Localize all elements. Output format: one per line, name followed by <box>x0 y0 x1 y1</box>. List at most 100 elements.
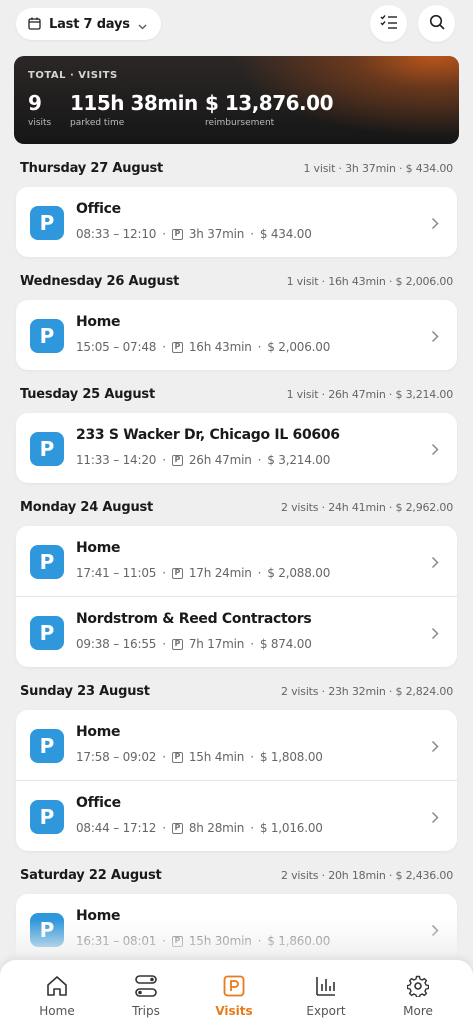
parked-time-value: 115h 38min <box>70 91 198 115</box>
visit-row[interactable]: P Home 17:58 – 09:02 · P 15h 4min · $ 1,808.00 <box>16 710 457 780</box>
visit-amount: $ 1,016.00 <box>259 821 323 835</box>
tab-trips-label: Trips <box>132 1004 160 1018</box>
reimbursement-label: reimbursement <box>205 118 275 128</box>
chevron-right-icon <box>431 441 439 460</box>
tab-more-label: More <box>403 1004 433 1018</box>
visit-title: Home <box>76 724 121 740</box>
top-bar: Last 7 days <box>0 0 473 48</box>
tab-trips[interactable]: Trips <box>101 960 191 1024</box>
visit-row[interactable]: P Home 15:05 – 07:48 · P 16h 43min · $ 2,006.00 <box>16 300 457 370</box>
parking-badge-icon: P <box>30 545 64 579</box>
parking-badge-icon: P <box>30 616 64 650</box>
day-header: Wednesday 26 August 1 visit · 16h 43min ·… <box>20 271 453 291</box>
parking-small-icon: P <box>171 228 183 240</box>
separator-dot: · <box>162 821 166 835</box>
separator-dot: · <box>257 453 262 467</box>
day-summary: 2 visits · 23h 32min · $ 2,824.00 <box>281 684 453 698</box>
day-header: Tuesday 25 August 1 visit · 26h 47min · $… <box>20 384 453 404</box>
visit-duration: 3h 37min <box>188 227 245 241</box>
day-summary: 1 visit · 16h 43min · $ 2,006.00 <box>286 274 454 288</box>
visit-meta: 17:41 – 11:05 · P 17h 24min · $ 2,088.00 <box>76 566 330 580</box>
visit-amount: $ 2,088.00 <box>267 566 331 580</box>
visit-row[interactable]: P Office 08:33 – 12:10 · P 3h 37min · $ 434.00 <box>16 187 457 257</box>
visit-time-range: 15:05 – 07:48 <box>76 340 157 354</box>
visit-row[interactable]: P Nordstrom & Reed Contractors 09:38 – 16:… <box>16 596 457 667</box>
visit-meta: 15:05 – 07:48 · P 16h 43min · $ 2,006.00 <box>76 340 330 354</box>
tab-more[interactable]: More <box>373 960 463 1024</box>
tab-export-label: Export <box>306 1004 346 1018</box>
separator-dot: · <box>162 340 166 354</box>
day-header: Sunday 23 August 2 visits · 23h 32min · $… <box>20 681 453 701</box>
visit-time-range: 09:38 – 16:55 <box>76 637 157 651</box>
separator-dot: · <box>162 227 166 241</box>
visit-meta: 17:58 – 09:02 · P 15h 4min · $ 1,808.00 <box>76 750 323 764</box>
parked-time-stat: 115h 38min parked time <box>70 90 198 128</box>
visit-duration: 17h 24min <box>188 566 252 580</box>
visit-time-range: 08:44 – 17:12 <box>76 821 157 835</box>
visit-amount: $ 434.00 <box>259 227 312 241</box>
visit-meta: 08:33 – 12:10 · P 3h 37min · $ 434.00 <box>76 227 312 241</box>
chevron-right-icon <box>431 554 439 573</box>
parking-icon <box>223 974 245 998</box>
visit-duration: 26h 47min <box>188 453 252 467</box>
visit-duration: 16h 43min <box>188 340 252 354</box>
visits-count-label: visits <box>28 118 52 128</box>
visit-duration: 15h 4min <box>188 750 245 764</box>
parking-small-icon: P <box>171 822 183 834</box>
chevron-right-icon <box>431 625 439 644</box>
route-icon <box>134 974 158 998</box>
visit-amount: $ 1,808.00 <box>259 750 323 764</box>
chevron-right-icon <box>431 809 439 828</box>
visit-row[interactable]: P Home 17:41 – 11:05 · P 17h 24min · $ 2,088.00 <box>16 526 457 596</box>
chevron-right-icon <box>431 738 439 757</box>
separator-dot: · <box>162 566 166 580</box>
list-fade <box>0 920 473 960</box>
day-summary: 2 visits · 20h 18min · $ 2,436.00 <box>281 868 453 882</box>
visit-duration: 7h 17min <box>188 637 245 651</box>
calendar-icon <box>28 15 41 34</box>
visit-row[interactable]: P Office 08:44 – 17:12 · P 8h 28min · $ 1,016.0… <box>16 780 457 851</box>
tab-export[interactable]: Export <box>281 960 371 1024</box>
day-visits-card: P Home 17:41 – 11:05 · P 17h 24min · $ 2,088.00… <box>16 526 457 667</box>
chevron-down-icon <box>138 15 147 34</box>
chevron-right-icon <box>431 215 439 234</box>
parking-badge-icon: P <box>30 800 64 834</box>
reimbursement-value: $ 13,876.00 <box>205 91 334 115</box>
parked-time-label: parked time <box>70 118 125 128</box>
visit-time-range: 17:58 – 09:02 <box>76 750 157 764</box>
parking-small-icon: P <box>171 567 183 579</box>
search-button[interactable] <box>418 5 455 42</box>
filter-checklist-button[interactable] <box>370 5 407 42</box>
visit-title: Office <box>76 201 121 217</box>
tab-home-label: Home <box>39 1004 75 1018</box>
parking-badge-icon: P <box>30 206 64 240</box>
visit-row[interactable]: P 233 S Wacker Dr, Chicago IL 60606 11:33 … <box>16 413 457 483</box>
day-visits-card: P Home 15:05 – 07:48 · P 16h 43min · $ 2,006.00 <box>16 300 457 370</box>
date-range-button[interactable]: Last 7 days <box>16 8 161 40</box>
search-icon <box>429 14 445 34</box>
day-header: Monday 24 August 2 visits · 24h 41min · $… <box>20 497 453 517</box>
day-header: Thursday 27 August 1 visit · 3h 37min · $… <box>20 158 453 178</box>
summary-caption: TOTAL · VISITS <box>28 70 118 81</box>
visit-title: 233 S Wacker Dr, Chicago IL 60606 <box>76 427 340 443</box>
visit-meta: 11:33 – 14:20 · P 26h 47min · $ 3,214.00 <box>76 453 330 467</box>
parking-small-icon: P <box>171 751 183 763</box>
visit-meta: 08:44 – 17:12 · P 8h 28min · $ 1,016.00 <box>76 821 323 835</box>
totals-summary-card: TOTAL · VISITS 9 visits 115h 38min parke… <box>14 56 459 144</box>
checklist-icon <box>380 14 398 34</box>
separator-dot: · <box>162 453 166 467</box>
tab-visits[interactable]: Visits <box>189 960 279 1024</box>
visit-title: Home <box>76 314 121 330</box>
visit-time-range: 17:41 – 11:05 <box>76 566 157 580</box>
visit-amount: $ 874.00 <box>259 637 312 651</box>
chevron-right-icon <box>431 328 439 347</box>
gear-icon <box>407 974 429 998</box>
separator-dot: · <box>250 750 254 764</box>
day-date: Thursday 27 August <box>20 160 164 176</box>
visit-amount: $ 2,006.00 <box>267 340 331 354</box>
tab-visits-label: Visits <box>215 1004 253 1018</box>
day-visits-card: P Home 17:58 – 09:02 · P 15h 4min · $ 1,808.00 P… <box>16 710 457 851</box>
separator-dot: · <box>250 821 254 835</box>
tab-home[interactable]: Home <box>12 960 102 1024</box>
parking-badge-icon: P <box>30 432 64 466</box>
